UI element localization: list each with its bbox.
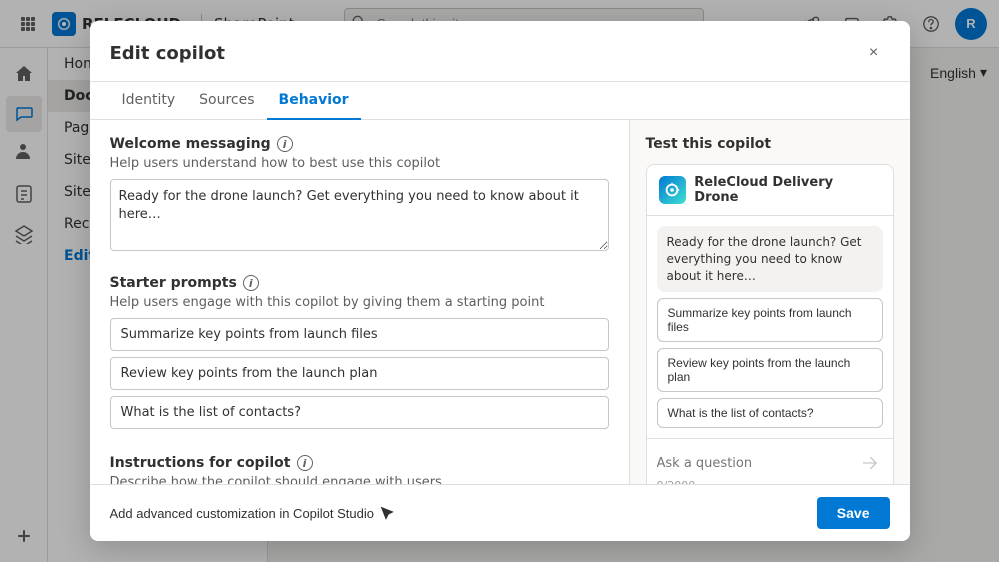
starter-prompt-2[interactable] — [110, 357, 609, 390]
instructions-section: Instructions for copilot i Describe how … — [110, 455, 609, 484]
tab-sources[interactable]: Sources — [187, 82, 266, 120]
tab-behavior[interactable]: Behavior — [267, 82, 361, 120]
test-copilot-panel: Test this copilot ReleCloud Delive — [630, 120, 910, 484]
tab-identity[interactable]: Identity — [110, 82, 188, 120]
chat-prompt-btn-3[interactable]: What is the list of contacts? — [657, 398, 883, 428]
chat-prompt-btn-1[interactable]: Summarize key points from launch files — [657, 298, 883, 342]
modal-header: Edit copilot × — [90, 21, 910, 82]
modal-title: Edit copilot — [110, 43, 225, 64]
instructions-title: Instructions for copilot i — [110, 455, 609, 471]
modal-body: Welcome messaging i Help users understan… — [90, 120, 910, 484]
chat-send-button[interactable] — [855, 449, 883, 477]
modal-close-button[interactable]: × — [858, 37, 890, 69]
copilot-name: ReleCloud Delivery Drone — [694, 175, 880, 205]
copilot-avatar — [659, 176, 687, 204]
modal-tabs: Identity Sources Behavior — [90, 82, 910, 120]
chat-input-area: 0/2000 — [646, 439, 894, 484]
chat-bubble-area: Ready for the drone launch? Get everythi… — [646, 216, 894, 439]
chat-header: ReleCloud Delivery Drone — [646, 164, 894, 216]
welcome-messaging-section: Welcome messaging i Help users understan… — [110, 136, 609, 255]
starter-prompt-1[interactable] — [110, 318, 609, 351]
welcome-messaging-textarea[interactable]: Ready for the drone launch? Get everythi… — [110, 179, 609, 251]
save-button[interactable]: Save — [817, 497, 890, 529]
chat-ui: ReleCloud Delivery Drone Ready for the d… — [646, 164, 894, 484]
chat-input-row — [657, 449, 883, 477]
edit-copilot-modal: Edit copilot × Identity Sources Behavior… — [90, 21, 910, 541]
instructions-info-icon[interactable]: i — [297, 455, 313, 471]
starter-prompts-title: Starter prompts i — [110, 275, 609, 291]
instructions-desc: Describe how the copilot should engage w… — [110, 475, 609, 484]
modal-overlay: Edit copilot × Identity Sources Behavior… — [0, 0, 999, 562]
add-customization-label: Add advanced customization in Copilot St… — [110, 506, 375, 521]
welcome-messaging-title: Welcome messaging i — [110, 136, 609, 152]
starter-prompt-3[interactable] — [110, 396, 609, 429]
modal-footer: Add advanced customization in Copilot St… — [90, 484, 910, 541]
chat-bot-message: Ready for the drone launch? Get everythi… — [657, 226, 883, 292]
add-customization-button[interactable]: Add advanced customization in Copilot St… — [110, 506, 395, 521]
modal-form-area: Welcome messaging i Help users understan… — [90, 120, 630, 484]
starter-prompts-info-icon[interactable]: i — [243, 275, 259, 291]
welcome-messaging-desc: Help users understand how to best use th… — [110, 156, 609, 171]
starter-prompts-section: Starter prompts i Help users engage with… — [110, 275, 609, 435]
cursor-icon — [380, 506, 394, 520]
test-panel-title: Test this copilot — [646, 136, 894, 152]
chat-input[interactable] — [657, 449, 849, 477]
starter-prompts-desc: Help users engage with this copilot by g… — [110, 295, 609, 310]
chat-prompt-btn-2[interactable]: Review key points from the launch plan — [657, 348, 883, 392]
welcome-messaging-info-icon[interactable]: i — [277, 136, 293, 152]
